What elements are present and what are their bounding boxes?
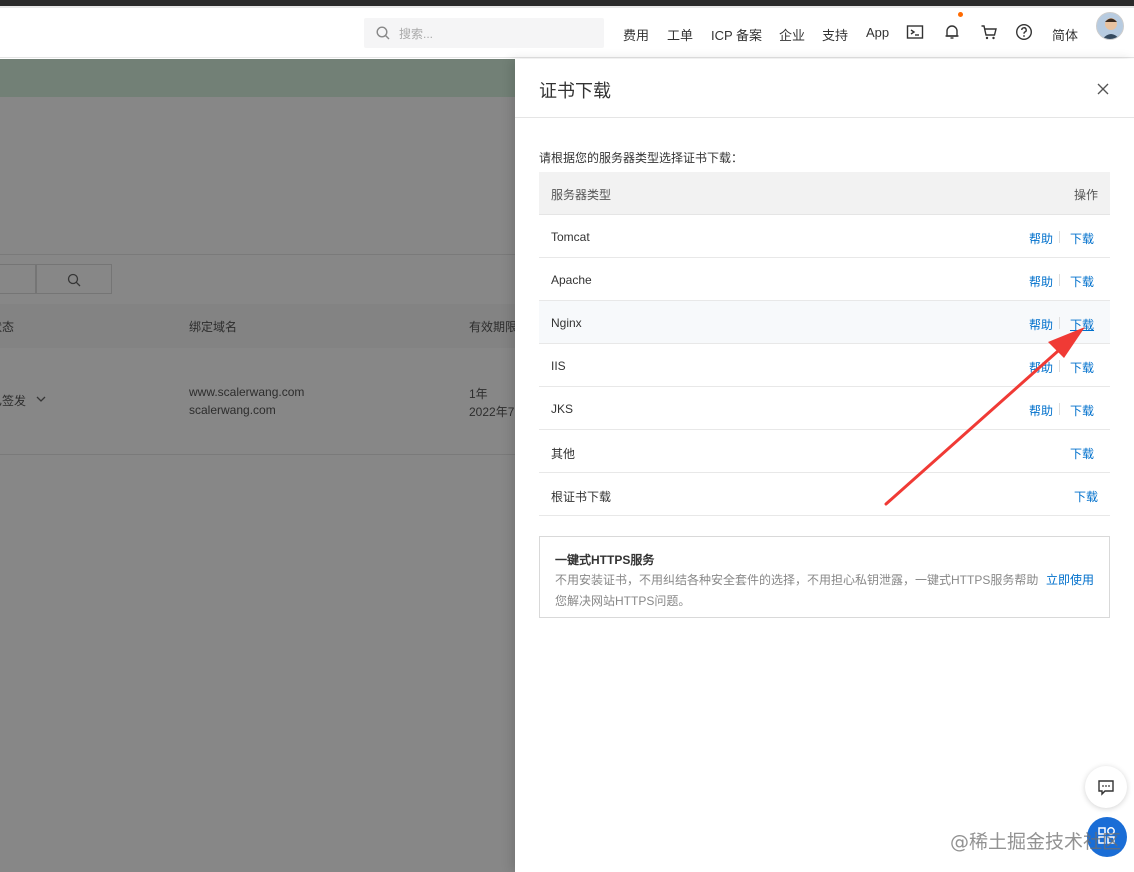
bell-icon[interactable]	[943, 23, 961, 41]
server-name: Tomcat	[551, 230, 590, 244]
download-link[interactable]: 下载	[1074, 488, 1098, 505]
https-service-card: 一键式HTTPS服务 不用安装证书，不用纠结各种安全套件的选择，不用担心私钥泄露…	[539, 536, 1110, 618]
drawer-header: 证书下载	[515, 59, 1134, 118]
separator	[1059, 360, 1060, 372]
modal-overlay[interactable]	[0, 59, 515, 872]
user-avatar[interactable]	[1096, 12, 1124, 40]
table-row-root-cert: 根证书下载 下载	[539, 473, 1110, 516]
table-header-row: 服务器类型 操作	[539, 172, 1110, 215]
help-link[interactable]: 帮助	[1029, 359, 1053, 376]
nav-link-tickets[interactable]: 工单	[667, 25, 693, 44]
table-row-nginx: Nginx 帮助 下载	[539, 301, 1110, 344]
nav-link-app[interactable]: App	[866, 25, 889, 40]
col-server-type: 服务器类型	[551, 188, 612, 202]
table-row-jks: JKS 帮助 下载	[539, 387, 1110, 430]
terminal-icon[interactable]	[906, 23, 924, 41]
server-name: 其他	[551, 447, 576, 461]
col-action: 操作	[1074, 188, 1099, 202]
notification-dot	[958, 12, 963, 17]
table-row-apache: Apache 帮助 下载	[539, 258, 1110, 301]
download-link[interactable]: 下载	[1070, 230, 1094, 247]
separator	[1059, 317, 1060, 329]
close-icon[interactable]	[1095, 81, 1111, 97]
separator	[1059, 274, 1060, 286]
separator	[1059, 403, 1060, 415]
table-row-iis: IIS 帮助 下载	[539, 344, 1110, 387]
help-link[interactable]: 帮助	[1029, 316, 1053, 333]
help-icon[interactable]	[1015, 23, 1033, 41]
watermark-text: @稀土掘金技术社区	[950, 831, 1122, 853]
server-name: IIS	[551, 359, 566, 373]
download-link[interactable]: 下载	[1070, 402, 1094, 419]
nav-link-icp[interactable]: ICP 备案	[711, 25, 762, 44]
download-link[interactable]: 下载	[1070, 359, 1094, 376]
download-link[interactable]: 下载	[1070, 273, 1094, 290]
table-row-tomcat: Tomcat 帮助 下载	[539, 215, 1110, 258]
download-link[interactable]: 下载	[1070, 445, 1094, 462]
drawer-title: 证书下载	[539, 81, 611, 101]
chat-icon	[1098, 780, 1114, 796]
server-name: 根证书下载	[551, 490, 612, 504]
drawer-intro-text: 请根据您的服务器类型选择证书下载：	[539, 151, 744, 165]
nav-link-support[interactable]: 支持	[822, 25, 848, 44]
search-placeholder: 搜索...	[399, 27, 434, 41]
table-row-other: 其他 下载	[539, 430, 1110, 473]
avatar-image	[1097, 13, 1123, 39]
https-card-desc-line2: 您解决网站HTTPS问题。	[555, 594, 691, 608]
help-link[interactable]: 帮助	[1029, 273, 1053, 290]
language-switch[interactable]: 简体	[1052, 25, 1078, 44]
help-link[interactable]: 帮助	[1029, 230, 1053, 247]
nav-link-billing[interactable]: 费用	[623, 25, 649, 44]
search-icon	[376, 26, 390, 40]
separator	[1059, 231, 1060, 243]
search-box[interactable]: 搜索...	[364, 18, 604, 48]
download-link-nginx[interactable]: 下载	[1070, 316, 1094, 333]
server-name: JKS	[551, 402, 574, 416]
help-link[interactable]: 帮助	[1029, 402, 1053, 419]
use-now-link[interactable]: 立即使用	[1046, 571, 1094, 588]
top-navigation-bar: 搜索... 费用 工单 ICP 备案 企业 支持 App 简体	[0, 8, 1134, 58]
server-type-table: 服务器类型 操作 Tomcat 帮助 下载 Apache 帮助 下载 Nginx…	[539, 172, 1110, 516]
https-card-title: 一键式HTTPS服务	[555, 553, 655, 567]
https-card-desc-line1: 不用安装证书，不用纠结各种安全套件的选择，不用担心私钥泄露，一键式HTTPS服务…	[555, 573, 1039, 587]
certificate-download-drawer: 证书下载 请根据您的服务器类型选择证书下载： 服务器类型 操作 Tomcat 帮…	[515, 59, 1134, 872]
server-name: Nginx	[551, 316, 582, 330]
cart-icon[interactable]	[980, 23, 998, 41]
server-name: Apache	[551, 273, 592, 287]
nav-link-enterprise[interactable]: 企业	[779, 25, 805, 44]
browser-top-strip	[0, 0, 1134, 8]
feedback-button[interactable]	[1085, 766, 1127, 808]
